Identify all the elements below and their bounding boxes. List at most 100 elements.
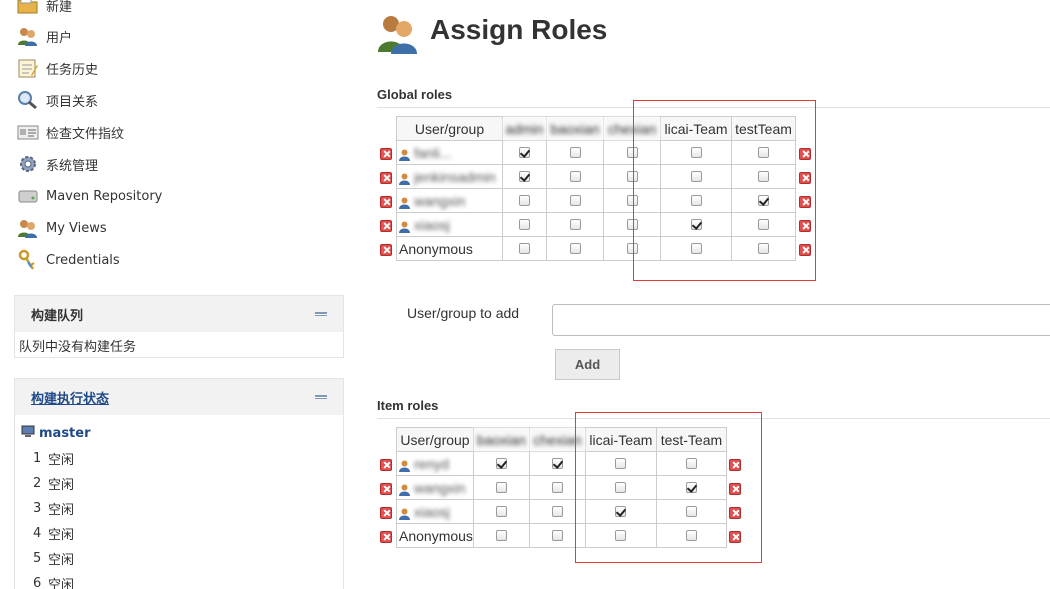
user-cell: renyd bbox=[396, 451, 474, 476]
permission-cell bbox=[502, 140, 547, 165]
permission-cell bbox=[546, 212, 604, 237]
role-checkbox[interactable] bbox=[569, 146, 581, 158]
sidebar-item-label: My Views bbox=[46, 220, 107, 236]
notepad-icon bbox=[16, 57, 40, 79]
column-header: admin bbox=[502, 116, 547, 141]
remove-right-icon[interactable] bbox=[729, 507, 741, 519]
user-icon bbox=[399, 483, 410, 496]
executor-status: 空闲 bbox=[48, 478, 75, 493]
sidebar-item-label: 项目关系 bbox=[46, 94, 99, 110]
column-header: baoxian bbox=[472, 427, 530, 452]
role-checkbox[interactable] bbox=[519, 146, 530, 158]
sidebar-item-maven-repository[interactable]: Maven Repository bbox=[16, 185, 162, 207]
executors-title-link[interactable]: 构建执行状态 bbox=[31, 388, 109, 407]
role-checkbox[interactable] bbox=[519, 194, 530, 206]
remove-left-icon[interactable] bbox=[380, 459, 392, 471]
node-master[interactable]: master bbox=[15, 415, 343, 446]
remove-left-icon[interactable] bbox=[380, 196, 392, 208]
permission-cell bbox=[502, 164, 547, 189]
user-icon bbox=[399, 220, 410, 233]
user-name: fanli... bbox=[414, 144, 452, 161]
drive-icon bbox=[16, 185, 40, 207]
sidebar-item-manage[interactable]: 系统管理 bbox=[16, 153, 98, 175]
user-cell: xiaosj bbox=[396, 212, 503, 237]
users-icon bbox=[16, 25, 40, 47]
sidebar-item-fingerprint[interactable]: 检查文件指纹 bbox=[16, 121, 124, 143]
user-name: Anonymous bbox=[399, 527, 473, 544]
add-user-input[interactable] bbox=[552, 304, 1050, 336]
remove-left-icon[interactable] bbox=[380, 531, 392, 543]
permission-cell bbox=[502, 188, 547, 213]
remove-left-icon[interactable] bbox=[380, 507, 392, 519]
role-checkbox[interactable] bbox=[519, 218, 530, 230]
role-checkbox[interactable] bbox=[569, 170, 581, 182]
permission-cell bbox=[546, 188, 604, 213]
remove-right-icon[interactable] bbox=[729, 483, 741, 495]
role-checkbox[interactable] bbox=[495, 481, 507, 493]
role-checkbox[interactable] bbox=[495, 457, 507, 469]
sidebar-item-project-relations[interactable]: 项目关系 bbox=[16, 89, 98, 111]
executor-number: 6 bbox=[33, 576, 42, 589]
remove-left-icon[interactable] bbox=[380, 483, 392, 495]
user-name: jenkinsadmin bbox=[414, 168, 496, 185]
role-checkbox[interactable] bbox=[495, 529, 507, 541]
sidebar-item-new[interactable]: 新建 bbox=[16, 0, 72, 16]
collapse-icon[interactable] bbox=[315, 395, 327, 399]
user-name: renyd bbox=[414, 455, 450, 472]
user-name: Anonymous bbox=[399, 240, 473, 257]
user-icon bbox=[399, 459, 410, 472]
role-checkbox[interactable] bbox=[569, 218, 581, 230]
global-roles-heading: Global roles bbox=[377, 87, 453, 102]
role-checkbox[interactable] bbox=[551, 505, 563, 517]
sidebar-item-my-views[interactable]: My Views bbox=[16, 217, 107, 239]
remove-right-icon[interactable] bbox=[799, 244, 811, 256]
remove-right-icon[interactable] bbox=[799, 196, 811, 208]
remove-right-icon[interactable] bbox=[729, 459, 741, 471]
role-checkbox[interactable] bbox=[551, 529, 563, 541]
role-checkbox[interactable] bbox=[569, 242, 581, 254]
role-checkbox[interactable] bbox=[495, 505, 507, 517]
gear-icon bbox=[16, 153, 40, 175]
executor-number: 5 bbox=[33, 551, 42, 566]
sidebar-item-label: 新建 bbox=[46, 0, 73, 15]
role-checkbox[interactable] bbox=[569, 194, 581, 206]
permission-cell bbox=[502, 236, 547, 261]
role-checkbox[interactable] bbox=[519, 242, 530, 254]
executor-number: 4 bbox=[33, 526, 42, 541]
add-button[interactable]: Add bbox=[555, 349, 620, 380]
remove-left-icon[interactable] bbox=[380, 220, 392, 232]
executor-row: 4 空闲 bbox=[15, 521, 343, 546]
executor-status: 空闲 bbox=[48, 578, 75, 589]
keys-icon bbox=[16, 249, 40, 271]
remove-left-icon[interactable] bbox=[380, 172, 392, 184]
item-roles-heading: Item roles bbox=[377, 398, 439, 413]
sidebar-item-build-history[interactable]: 任务历史 bbox=[16, 57, 98, 79]
executor-row: 5 空闲 bbox=[15, 546, 343, 571]
remove-left-icon[interactable] bbox=[380, 244, 392, 256]
collapse-icon[interactable] bbox=[315, 312, 327, 316]
user-name: wangxin bbox=[414, 192, 466, 209]
new-folder-icon bbox=[16, 0, 40, 16]
role-checkbox[interactable] bbox=[551, 481, 563, 493]
sidebar-item-users[interactable]: 用户 bbox=[16, 25, 72, 47]
remove-right-icon[interactable] bbox=[799, 172, 811, 184]
remove-right-icon[interactable] bbox=[729, 531, 741, 543]
user-cell: Anonymous bbox=[396, 236, 503, 261]
remove-right-icon[interactable] bbox=[799, 220, 811, 232]
remove-right-icon[interactable] bbox=[799, 148, 811, 160]
sidebar-item-label: 用户 bbox=[46, 30, 73, 46]
page-title: Assign Roles bbox=[430, 14, 608, 45]
build-queue-header: 构建队列 bbox=[15, 296, 343, 332]
role-checkbox[interactable] bbox=[519, 170, 530, 182]
executor-row: 6 空闲 bbox=[15, 571, 343, 589]
user-cell: wangxin bbox=[396, 188, 503, 213]
role-checkbox[interactable] bbox=[551, 457, 563, 469]
sidebar-item-credentials[interactable]: Credentials bbox=[16, 249, 120, 271]
highlight-box bbox=[633, 100, 816, 281]
user-icon bbox=[399, 172, 410, 185]
remove-left-icon[interactable] bbox=[380, 148, 392, 160]
add-user-label: User/group to add bbox=[407, 305, 520, 321]
executor-row: 3 空闲 bbox=[15, 496, 343, 521]
column-header: User/group bbox=[396, 116, 503, 141]
fingerprint-icon bbox=[16, 121, 40, 143]
